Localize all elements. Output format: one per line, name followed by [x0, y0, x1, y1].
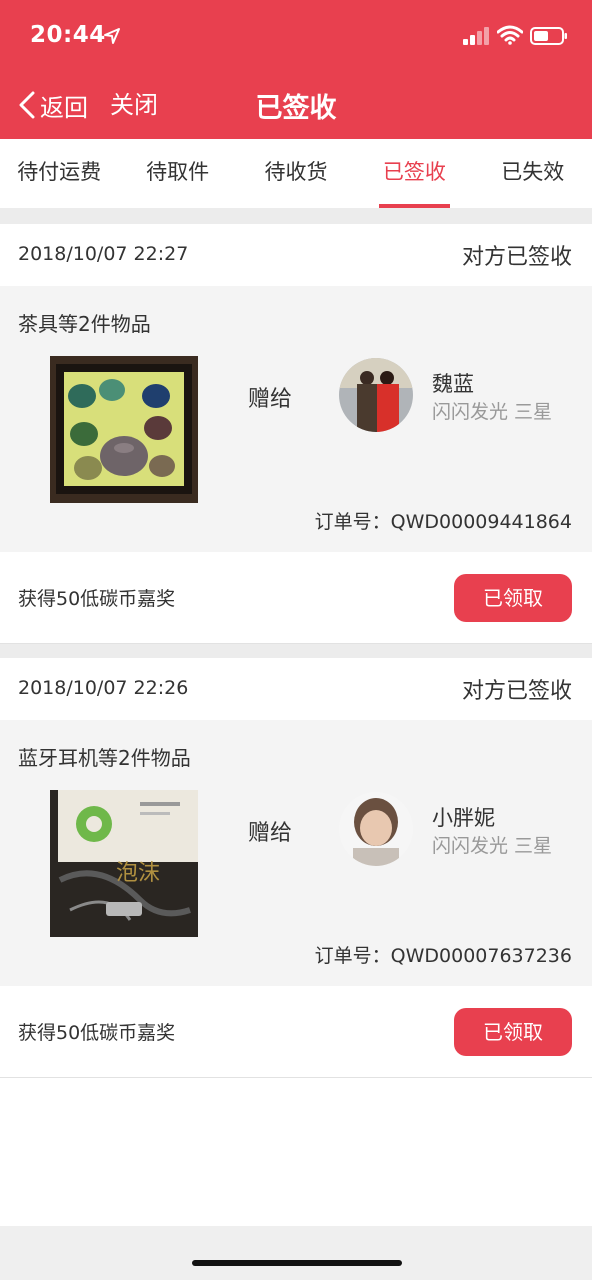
order-header: 2018/10/07 22:27 对方已签收	[0, 224, 592, 286]
order-card: 2018/10/07 22:26 对方已签收 蓝牙耳机等2件物品 泡沫 赠给 小…	[0, 658, 592, 1078]
bottom-safe-area	[0, 1226, 592, 1280]
tab-expired[interactable]: 已失效	[474, 139, 592, 208]
tab-signed[interactable]: 已签收	[355, 139, 473, 208]
cellular-signal-icon	[463, 27, 489, 45]
order-status: 对方已签收	[461, 245, 572, 270]
reward-row: 获得50低碳币嘉奖 已领取	[0, 552, 592, 644]
item-title: 茶具等2件物品	[18, 312, 151, 336]
page-title: 已签收	[255, 93, 337, 124]
product-image-tea-set	[50, 356, 198, 503]
order-header: 2018/10/07 22:26 对方已签收	[0, 658, 592, 720]
give-to-label: 赠给	[248, 821, 293, 846]
order-detail[interactable]: 茶具等2件物品 赠给 魏蓝 闪闪发光 三星 订单号：QWD00009441864	[0, 286, 592, 552]
order-date: 2018/10/07 22:27	[18, 243, 189, 265]
status-bar: 20:44	[0, 0, 592, 72]
item-title: 蓝牙耳机等2件物品	[18, 746, 191, 770]
claimed-button[interactable]: 已领取	[454, 1008, 572, 1056]
section-divider	[0, 208, 592, 224]
recipient-name: 魏蓝	[432, 372, 474, 396]
recipient-name: 小胖妮	[432, 806, 495, 830]
wifi-icon	[497, 25, 523, 45]
recipient-level: 闪闪发光 三星	[432, 401, 553, 423]
avatar	[339, 792, 413, 866]
recipient-level: 闪闪发光 三星	[432, 835, 553, 857]
section-divider	[0, 644, 592, 658]
tab-pending-receipt[interactable]: 待收货	[237, 139, 355, 208]
tab-pending-pickup[interactable]: 待取件	[118, 139, 236, 208]
order-status: 对方已签收	[461, 679, 572, 704]
give-to-label: 赠给	[248, 387, 293, 412]
reward-row: 获得50低碳币嘉奖 已领取	[0, 986, 592, 1078]
order-detail[interactable]: 蓝牙耳机等2件物品 泡沫 赠给 小胖妮 闪闪发光 三星 订单号：QWD00007…	[0, 720, 592, 986]
app-header: 20:44 返回 关闭 已签收	[0, 0, 592, 139]
tab-pending-shipping-fee[interactable]: 待付运费	[0, 139, 118, 208]
order-number: 订单号：QWD00009441864	[314, 511, 572, 533]
avatar	[339, 358, 413, 432]
svg-text:泡沫: 泡沫	[116, 861, 160, 886]
order-number: 订单号：QWD00007637236	[314, 945, 572, 967]
home-indicator[interactable]	[192, 1260, 402, 1266]
order-card: 2018/10/07 22:27 对方已签收 茶具等2件物品 赠给 魏蓝 闪闪发…	[0, 224, 592, 644]
product-image-bluetooth-earphones: 泡沫	[50, 790, 198, 937]
status-time: 20:44	[30, 22, 106, 48]
location-arrow-icon	[104, 28, 120, 44]
order-status-tabs: 待付运费 待取件 待收货 已签收 已失效	[0, 139, 592, 208]
nav-bar: 返回 关闭 已签收	[0, 72, 592, 139]
claimed-button[interactable]: 已领取	[454, 574, 572, 622]
battery-icon	[530, 27, 567, 45]
reward-text: 获得50低碳币嘉奖	[18, 588, 176, 610]
order-date: 2018/10/07 22:26	[18, 677, 189, 699]
reward-text: 获得50低碳币嘉奖	[18, 1022, 176, 1044]
